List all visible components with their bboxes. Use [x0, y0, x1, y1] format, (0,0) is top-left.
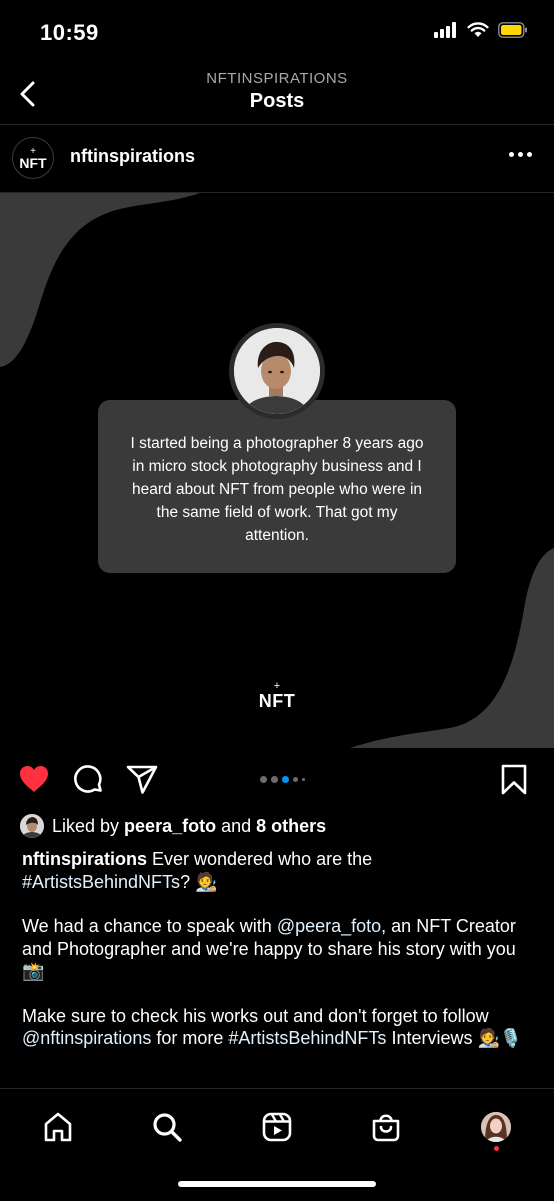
- more-dot-icon: [509, 152, 514, 157]
- caption-text: Interviews 🧑‍🎨🎙️: [386, 1028, 523, 1048]
- heart-filled-icon: [20, 766, 48, 792]
- tab-reels[interactable]: [257, 1107, 297, 1147]
- post-actions: [0, 748, 554, 810]
- send-icon: [126, 765, 158, 794]
- more-dot-icon: [518, 152, 523, 157]
- caption-text: for more: [151, 1028, 229, 1048]
- quote-text: I started being a photographer 8 years a…: [130, 435, 424, 544]
- corner-shape-bottom-right: [350, 548, 554, 748]
- battery-level: [501, 25, 522, 35]
- carousel-indicator: [260, 776, 305, 783]
- post-header: + NFT nftinspirations: [0, 124, 554, 193]
- wifi-icon: [467, 22, 489, 43]
- post-caption: nftinspirations Ever wondered who are th…: [22, 848, 536, 1050]
- battery-icon: [498, 22, 528, 43]
- header-subtitle: NFTINSPIRATIONS: [206, 70, 348, 87]
- carousel-dot: [260, 776, 267, 783]
- share-button[interactable]: [126, 764, 158, 796]
- likes-prefix: Liked by: [52, 815, 125, 836]
- caption-text: Make sure to check his works out and don…: [22, 1005, 494, 1026]
- account-avatar[interactable]: + NFT: [12, 137, 54, 179]
- tab-profile[interactable]: [476, 1107, 516, 1147]
- status-icons: [434, 22, 528, 43]
- liker-username[interactable]: peera_foto: [124, 816, 216, 837]
- image-logo-text: NFT: [258, 691, 296, 711]
- hashtag-link[interactable]: #ArtistsBehindNFTs: [228, 1028, 386, 1048]
- notification-dot: [494, 1146, 499, 1151]
- carousel-dot: [271, 776, 278, 783]
- image-logo: + NFT: [0, 680, 554, 712]
- artist-portrait: [229, 323, 325, 419]
- carousel-dot-active: [282, 776, 289, 783]
- quote-card: I started being a photographer 8 years a…: [98, 400, 456, 573]
- likes-others[interactable]: 8 others: [256, 816, 326, 837]
- liker-avatar: [20, 814, 44, 838]
- tab-shop[interactable]: [366, 1107, 406, 1147]
- caption-text: We had a chance to speak with: [22, 916, 277, 936]
- bookmark-icon: [501, 764, 527, 795]
- likes-summary[interactable]: Liked by peera_foto and 8 others: [20, 814, 326, 838]
- sparkle-icon: +: [273, 680, 281, 692]
- hashtag-link[interactable]: #ArtistsBehindNFTs: [22, 872, 180, 892]
- tab-search[interactable]: [147, 1107, 187, 1147]
- status-bar: 10:59: [0, 0, 554, 64]
- comment-button[interactable]: [72, 764, 104, 796]
- profile-avatar: [481, 1112, 511, 1142]
- mention-link[interactable]: @nftinspirations: [22, 1028, 151, 1048]
- top-navigation: NFTINSPIRATIONS Posts: [0, 64, 554, 125]
- carousel-dot: [302, 778, 305, 781]
- person-photo: [234, 328, 320, 414]
- likes-and: and: [216, 815, 257, 836]
- corner-shape-top-left: [0, 193, 200, 367]
- post-username[interactable]: nftinspirations: [70, 146, 195, 167]
- status-time: 10:59: [40, 20, 99, 45]
- shop-icon: [372, 1114, 400, 1142]
- caption-text: ? 🧑‍🎨: [180, 871, 218, 892]
- signal-icon: [434, 22, 458, 43]
- comment-icon: [74, 765, 102, 793]
- like-button[interactable]: [18, 764, 50, 794]
- caption-text: Ever wondered who are the: [147, 849, 378, 869]
- more-dot-icon: [527, 152, 532, 157]
- save-button[interactable]: [500, 764, 528, 796]
- tab-home[interactable]: [38, 1107, 78, 1147]
- carousel-dot: [293, 777, 298, 782]
- more-options-button[interactable]: [505, 148, 536, 161]
- page-title: Posts: [249, 90, 305, 112]
- post-image[interactable]: I started being a photographer 8 years a…: [0, 193, 554, 748]
- mention-link[interactable]: @peera_foto: [277, 916, 381, 936]
- home-icon: [44, 1112, 72, 1142]
- home-indicator: [178, 1181, 376, 1187]
- avatar-logo-text: NFT: [19, 154, 47, 171]
- reels-icon: [262, 1112, 292, 1142]
- caption-username[interactable]: nftinspirations: [22, 849, 147, 869]
- search-icon: [153, 1113, 182, 1142]
